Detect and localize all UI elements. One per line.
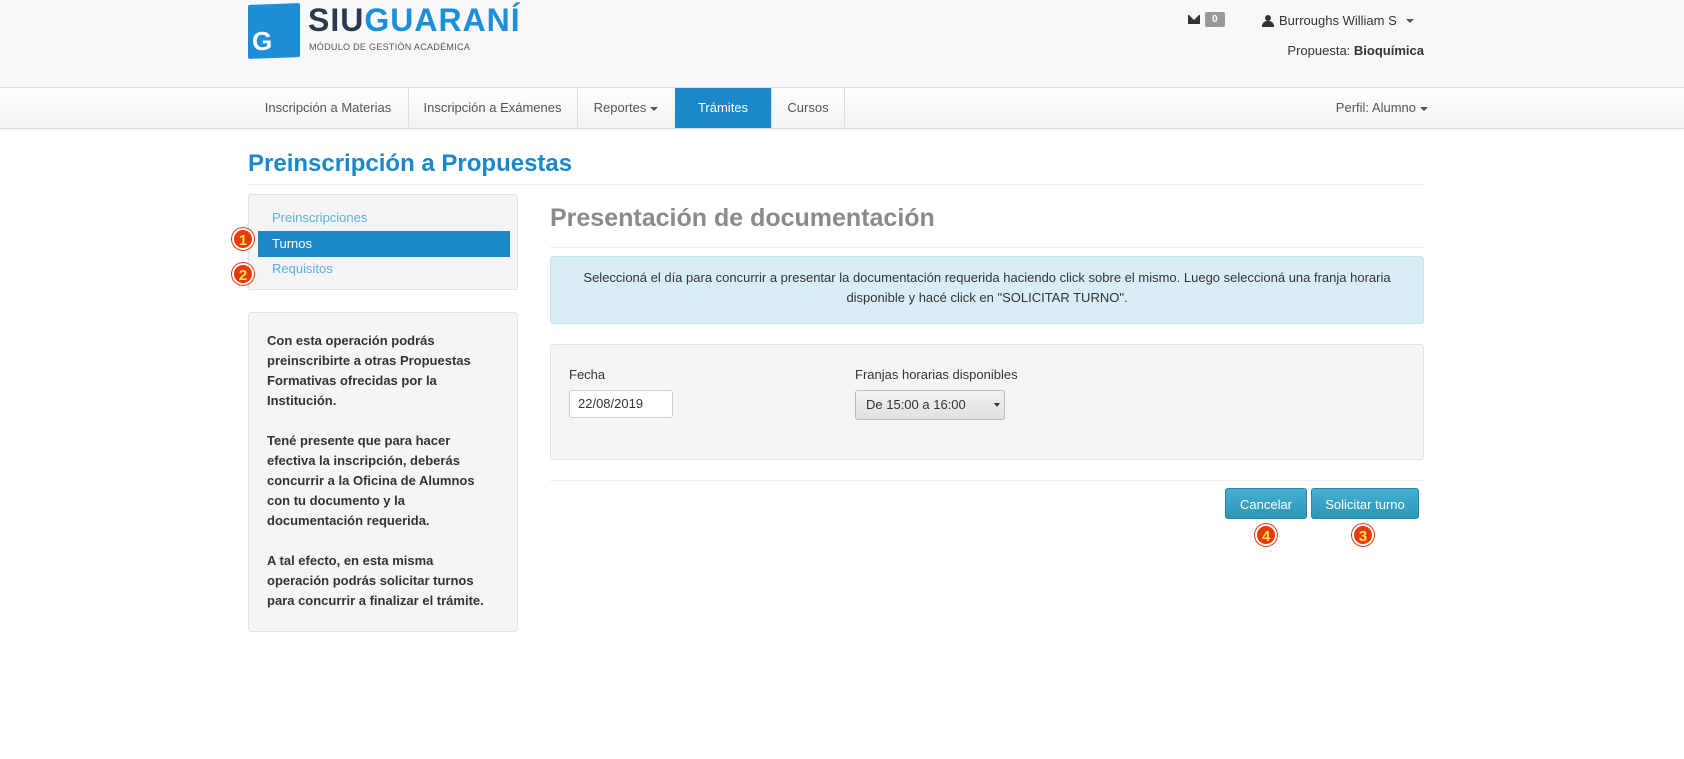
propuesta-value: Bioquímica	[1353, 43, 1424, 58]
nav-inscripcion-materias[interactable]: Inscripción a Materias	[248, 88, 409, 128]
step-marker-2: 2	[232, 263, 254, 285]
sidebar-nav: Preinscripciones Turnos Requisitos	[248, 194, 518, 290]
main-navbar: Inscripción a Materias Inscripción a Exá…	[0, 87, 1684, 129]
turno-form: Fecha 22/08/2019 Franjas horarias dispon…	[550, 344, 1424, 460]
step-marker-3: 3	[1352, 524, 1374, 546]
dropdown-arrow-icon	[994, 403, 1000, 407]
chevron-down-icon	[650, 106, 659, 111]
franja-horaria-select[interactable]: De 15:00 a 16:00	[855, 390, 1005, 420]
divider	[550, 247, 1424, 248]
user-icon	[1262, 14, 1274, 27]
envelope-icon	[1188, 15, 1200, 24]
instructions-alert: Seleccioná el día para concurrir a prese…	[550, 256, 1424, 324]
sidebar-item-requisitos[interactable]: Requisitos	[258, 256, 510, 282]
info-paragraph: Tené presente que para hacer efectiva la…	[267, 433, 475, 528]
nav-inscripcion-examenes[interactable]: Inscripción a Exámenes	[408, 88, 578, 128]
step-marker-4: 4	[1255, 524, 1277, 546]
chevron-down-icon	[1405, 18, 1414, 23]
fecha-input[interactable]: 22/08/2019	[569, 390, 673, 418]
header: G SIUGUARANÍ MÓDULO DE GESTIÓN ACADÉMICA…	[0, 0, 1684, 87]
solicitar-turno-button[interactable]: Solicitar turno	[1311, 488, 1419, 519]
cancel-button[interactable]: Cancelar	[1225, 488, 1307, 519]
nav-reportes[interactable]: Reportes	[577, 88, 676, 128]
logo-subtitle: MÓDULO DE GESTIÓN ACADÉMICA	[309, 42, 471, 52]
section-title: Presentación de documentación	[550, 204, 935, 232]
divider	[248, 184, 1424, 185]
info-paragraph: Con esta operación podrás preinscribirte…	[267, 333, 471, 408]
user-name: Burroughs William S	[1279, 13, 1397, 28]
divider	[550, 480, 1424, 481]
user-menu[interactable]: Burroughs William S	[1262, 13, 1414, 28]
nav-cursos[interactable]: Cursos	[771, 88, 845, 128]
logo-wordmark: SIUGUARANÍ	[308, 2, 521, 38]
step-marker-1: 1	[232, 228, 254, 250]
sidebar-item-preinscripciones[interactable]: Preinscripciones	[258, 205, 510, 231]
profile-menu[interactable]: Perfil: Alumno	[1336, 88, 1428, 128]
nav-tramites[interactable]: Trámites	[675, 88, 771, 128]
siu-guarani-logo[interactable]: G SIUGUARANÍ MÓDULO DE GESTIÓN ACADÉMICA	[248, 2, 520, 60]
logo-badge-letter: G	[252, 26, 273, 56]
chevron-down-icon	[1420, 106, 1428, 111]
page-title: Preinscripción a Propuestas	[248, 150, 573, 177]
franjas-label: Franjas horarias disponibles	[855, 367, 1018, 382]
info-paragraph: A tal efecto, en esta misma operación po…	[267, 553, 484, 608]
info-panel: Con esta operación podrás preinscribirte…	[248, 312, 518, 632]
sidebar-item-turnos[interactable]: Turnos	[258, 231, 510, 257]
messages-count-badge: 0	[1205, 12, 1225, 27]
fecha-label: Fecha	[569, 367, 606, 382]
propuesta-info: Propuesta: Bioquímica	[1287, 43, 1424, 58]
messages-button[interactable]: 0	[1188, 12, 1225, 27]
